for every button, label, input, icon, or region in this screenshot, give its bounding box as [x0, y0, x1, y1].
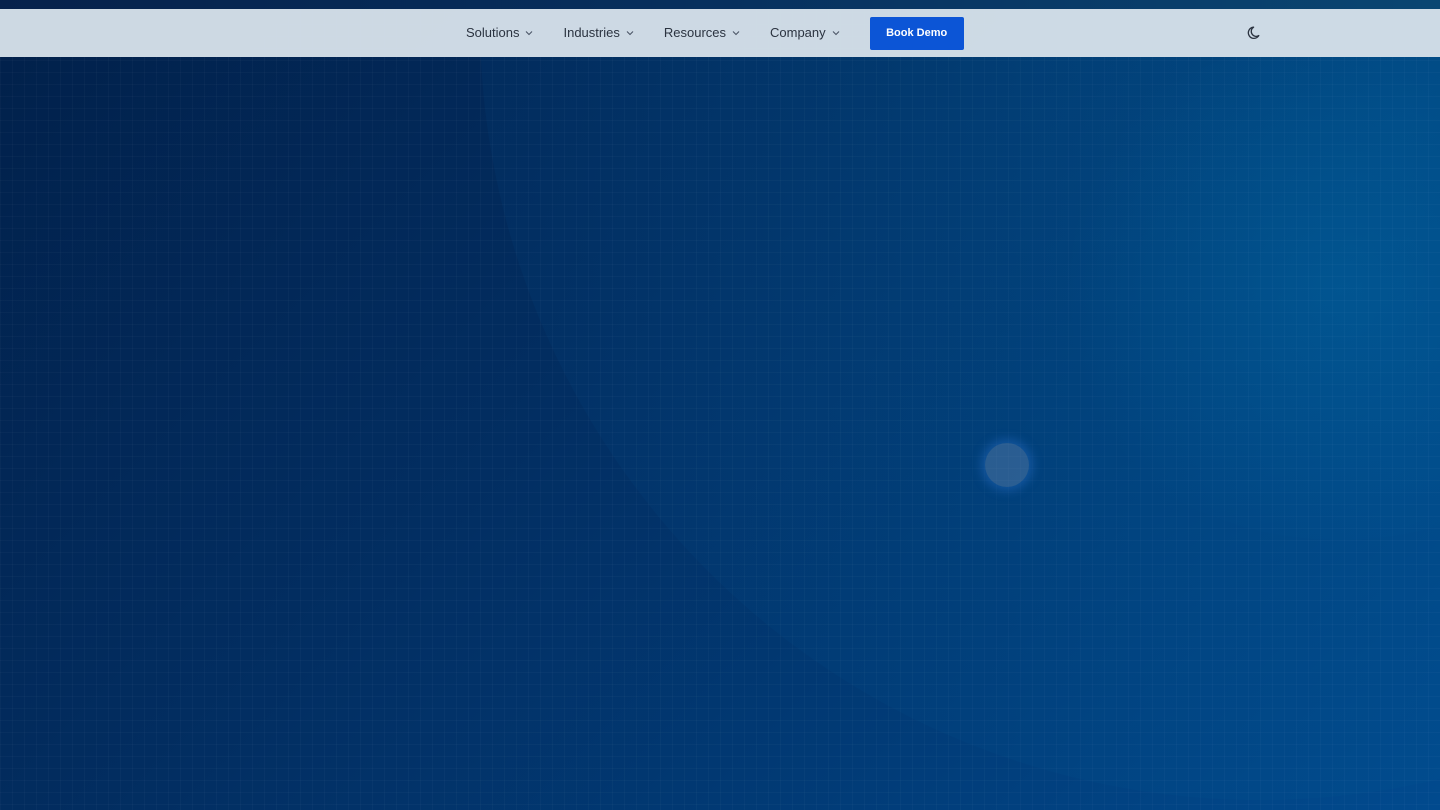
background-arc	[480, 0, 1440, 800]
nav-item-label: Solutions	[466, 25, 520, 40]
navbar: Solutions Industries Resources Company B…	[0, 9, 1440, 57]
nav-item-solutions[interactable]: Solutions	[466, 25, 534, 41]
chevron-down-icon	[832, 31, 840, 36]
nav-item-label: Industries	[563, 25, 620, 40]
chevron-down-icon	[732, 31, 740, 36]
chevron-down-icon	[626, 31, 634, 36]
background-grid	[0, 0, 1440, 810]
nav-item-resources[interactable]: Resources	[664, 25, 741, 41]
background-glow	[1040, 40, 1440, 540]
nav-item-label: Resources	[663, 25, 726, 40]
book-demo-button[interactable]: Book Demo	[869, 16, 964, 50]
nav-item-label: Company	[770, 25, 826, 40]
nav-item-industries[interactable]: Industries	[563, 25, 634, 41]
nav-item-company[interactable]: Company	[770, 25, 841, 41]
nav-menu: Solutions Industries Resources Company B…	[466, 9, 964, 57]
hero-dot	[985, 443, 1029, 487]
moon-icon[interactable]	[1246, 24, 1264, 42]
top-strip	[0, 0, 1440, 9]
page: Solutions Industries Resources Company B…	[0, 0, 1440, 810]
chevron-down-icon	[526, 31, 533, 36]
